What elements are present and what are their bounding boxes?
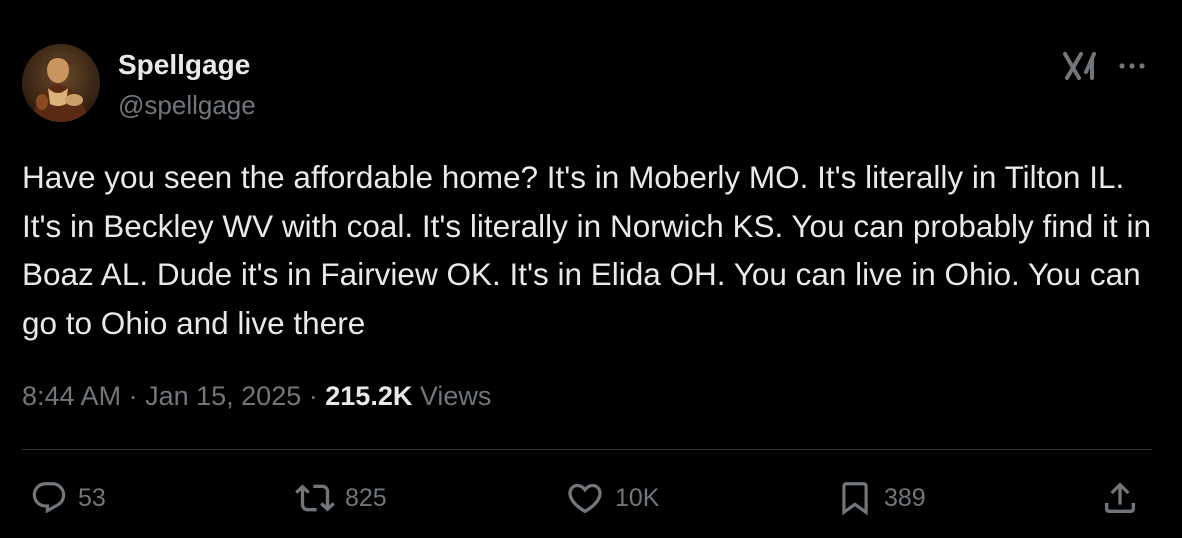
reply-button[interactable]: 53 <box>30 476 106 520</box>
share-icon <box>1105 482 1135 513</box>
reply-count: 53 <box>78 483 106 512</box>
tweet-time[interactable]: 8:44 AM <box>22 381 121 411</box>
repost-button[interactable]: 825 <box>295 476 387 520</box>
tweet-text: Have you seen the affordable home? It's … <box>22 159 1152 341</box>
author-handle[interactable]: @spellgage <box>118 89 256 121</box>
repost-icon <box>295 484 335 512</box>
bookmark-button[interactable]: 389 <box>836 476 926 520</box>
views-count: 215.2K <box>325 381 413 411</box>
bookmark-count: 389 <box>884 483 926 512</box>
tweet-meta: 8:44 AM · Jan 15, 2025 · 215.2K Views <box>22 378 491 414</box>
meta-separator: · <box>128 381 138 411</box>
like-count: 10K <box>615 483 660 512</box>
tweet-date[interactable]: Jan 15, 2025 <box>145 381 301 411</box>
grok-icon[interactable] <box>1062 50 1098 82</box>
share-button[interactable] <box>1100 476 1140 520</box>
author-name[interactable]: Spellgage <box>118 48 250 82</box>
meta-separator: · <box>308 381 318 411</box>
more-icon[interactable] <box>1114 54 1150 78</box>
avatar-image <box>22 44 100 122</box>
avatar[interactable] <box>22 44 100 122</box>
views-label: Views <box>419 381 492 411</box>
tweet-card: Spellgage @spellgage Have you seen the a… <box>0 0 1182 538</box>
bookmark-icon <box>842 482 868 516</box>
reply-icon <box>32 482 66 514</box>
like-button[interactable]: 10K <box>565 476 659 520</box>
repost-count: 825 <box>345 483 387 512</box>
like-icon <box>568 483 602 514</box>
divider <box>22 449 1152 450</box>
